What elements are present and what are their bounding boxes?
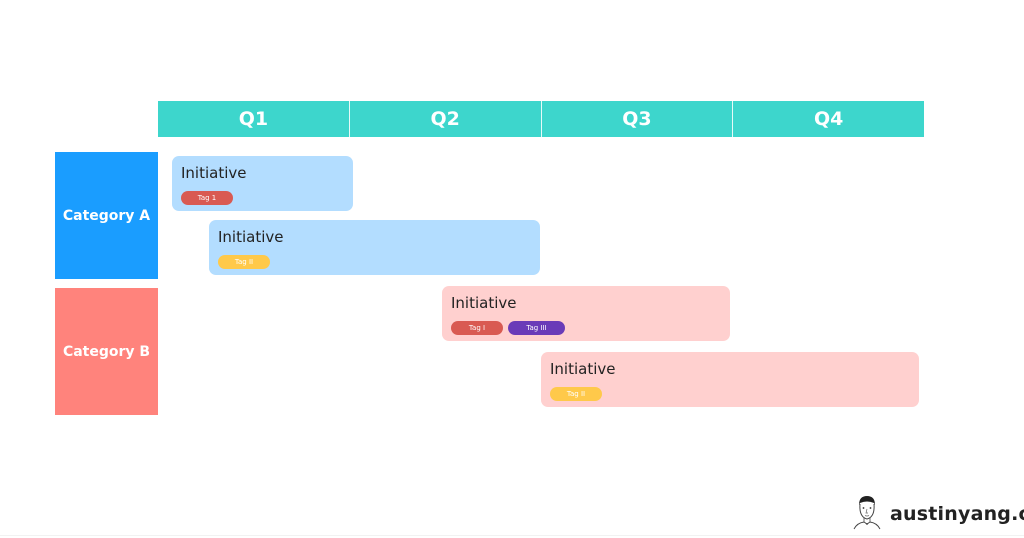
quarter-q1: Q1 <box>158 101 350 137</box>
brand-logo[interactable]: austinyang.co <box>852 493 1024 535</box>
quarter-header: Q1 Q2 Q3 Q4 <box>158 101 924 137</box>
avatar-sketch-icon <box>852 493 882 535</box>
initiative-title: Initiative <box>550 360 616 378</box>
tag-badge: Tag II <box>218 255 270 269</box>
brand-text: austinyang.co <box>890 503 1024 525</box>
category-a-label: Category A <box>55 152 158 279</box>
initiative-card[interactable]: Initiative Tag II <box>541 352 919 407</box>
initiative-title: Initiative <box>218 228 284 246</box>
bottom-divider <box>0 535 1024 536</box>
initiative-card[interactable]: Initiative Tag I Tag III <box>442 286 730 341</box>
initiative-card[interactable]: Initiative Tag II <box>209 220 540 275</box>
quarter-q3: Q3 <box>541 101 734 137</box>
initiative-card[interactable]: Initiative Tag 1 <box>172 156 353 211</box>
initiative-title: Initiative <box>181 164 247 182</box>
quarter-q2: Q2 <box>349 101 542 137</box>
tag-badge: Tag I <box>451 321 503 335</box>
tag-badge: Tag II <box>550 387 602 401</box>
initiative-title: Initiative <box>451 294 517 312</box>
quarter-q4: Q4 <box>733 101 924 137</box>
tag-badge: Tag III <box>508 321 565 335</box>
category-b-label: Category B <box>55 288 158 415</box>
tag-badge: Tag 1 <box>181 191 233 205</box>
